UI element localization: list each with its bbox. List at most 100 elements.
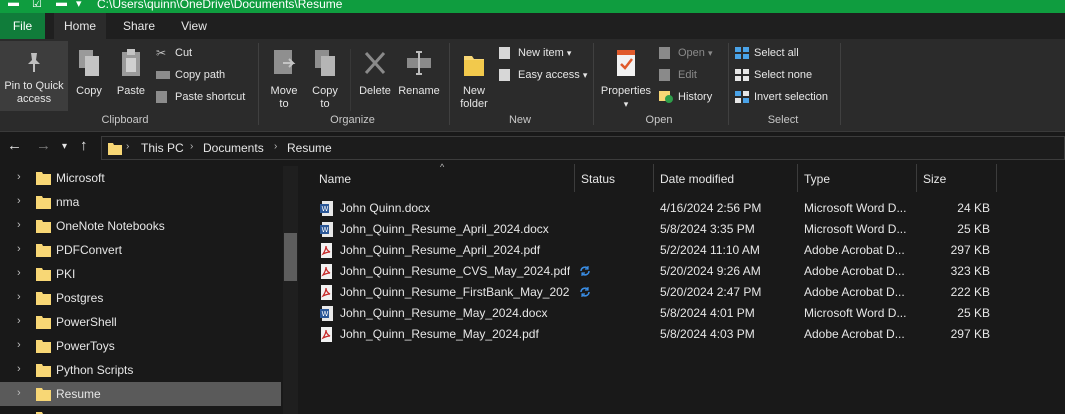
delete-button[interactable]: Delete [355,48,395,98]
group-divider [840,43,841,125]
file-size: 323 KB [950,264,990,278]
breadcrumb-this-pc[interactable]: This PC [141,141,184,155]
folder-icon [36,364,51,377]
properties-button[interactable]: Properties ▾ [597,48,655,111]
nav-scrollbar[interactable] [283,166,298,414]
column-header-name[interactable]: Name [313,164,575,192]
new-item-dropdown[interactable]: New item ▾ [499,44,571,62]
copy-icon [79,50,99,76]
expand-chevron-icon[interactable]: › [17,363,21,375]
chevron-down-icon: ▾ [566,48,572,58]
move-to-button[interactable]: Move to [265,48,303,111]
folder-icon [36,388,51,401]
pin-to-quick-access-button[interactable]: Pin to Quick access [0,41,68,111]
new-folder-button[interactable]: New folder [455,48,493,111]
column-header-status[interactable]: Status [575,164,654,192]
nav-item-onenote-notebooks[interactable]: › OneNote Notebooks [0,214,281,238]
file-size: 297 KB [950,243,990,257]
copy-button[interactable]: Copy [72,48,106,98]
properties-quick-access-icon[interactable]: ☑ [32,0,42,10]
breadcrumb-separator-icon[interactable]: › [126,141,129,152]
expand-chevron-icon[interactable]: › [17,267,21,279]
nav-item-python-scripts[interactable]: › Python Scripts [0,358,281,382]
expand-chevron-icon[interactable]: › [17,339,21,351]
file-type: Microsoft Word D... [804,201,907,215]
expand-chevron-icon[interactable]: › [17,387,21,399]
expand-chevron-icon[interactable]: › [17,243,21,255]
select-all-label: Select all [754,47,799,59]
column-header-row: ^ Name Status Date modified Type Size [300,162,1065,192]
folder-icon [36,340,51,353]
tab-share[interactable]: Share [115,13,163,39]
nav-item-resume[interactable]: › Resume [0,382,281,406]
nav-item-partial[interactable] [0,406,281,414]
paste-shortcut-button[interactable]: Paste shortcut [156,88,245,106]
recent-locations-chevron-icon[interactable]: ▾ [62,141,67,152]
select-none-button[interactable]: Select none [735,66,812,84]
file-row[interactable]: John_Quinn_Resume_CVS_May_2024.pdf 5/20/… [300,261,1065,282]
column-header-date-modified[interactable]: Date modified [654,164,798,192]
copy-path-button[interactable]: Copy path [156,66,225,84]
expand-chevron-icon[interactable]: › [17,171,21,183]
file-date-modified: 5/8/2024 4:01 PM [660,306,755,320]
new-folder-quick-access-icon[interactable]: ▬ [56,0,67,9]
column-header-size[interactable]: Size [917,164,997,192]
tab-home[interactable]: Home [54,13,106,39]
forward-arrow-icon[interactable]: → [36,137,51,154]
back-arrow-icon[interactable]: ← [7,137,22,154]
nav-item-nma[interactable]: › nma [0,190,281,214]
open-group-label: Open [645,114,673,126]
nav-item-label: PDFConvert [56,243,123,257]
file-row[interactable]: W John_Quinn_Resume_April_2024.docx 5/8/… [300,219,1065,240]
file-date-modified: 5/20/2024 9:26 AM [660,264,761,278]
nav-item-postgres[interactable]: › Postgres [0,286,281,310]
chevron-down-icon: ▾ [582,70,588,80]
open-dropdown[interactable]: Open ▾ [659,44,713,62]
nav-scrollbar-thumb[interactable] [284,233,297,281]
breadcrumb-separator-icon[interactable]: › [274,141,277,152]
rename-button[interactable]: Rename [396,48,442,98]
quick-access-dropdown-icon[interactable]: ▾ [76,0,82,10]
file-row[interactable]: John_Quinn_Resume_FirstBank_May_202... 5… [300,282,1065,303]
nav-item-pdfconvert[interactable]: › PDFConvert [0,238,281,262]
nav-item-label: nma [56,195,80,209]
cut-button[interactable]: ✂ Cut [156,44,192,62]
organize-divider [350,49,351,111]
nav-item-microsoft[interactable]: › Microsoft [0,166,281,190]
expand-chevron-icon[interactable]: › [17,291,21,303]
nav-item-powertoys[interactable]: › PowerToys [0,334,281,358]
invert-selection-button[interactable]: Invert selection [735,88,828,106]
edit-label: Edit [678,69,697,81]
column-header-type[interactable]: Type [798,164,917,192]
tab-view[interactable]: View [172,13,216,39]
address-bar[interactable]: › This PC › Documents › Resume [101,136,1065,160]
expand-chevron-icon[interactable]: › [17,195,21,207]
up-arrow-icon[interactable]: ↑ [80,137,88,154]
file-name: John_Quinn_Resume_April_2024.pdf [340,243,541,257]
file-name: John_Quinn_Resume_FirstBank_May_202... [340,285,570,299]
nav-item-label: PowerShell [56,315,117,329]
history-button[interactable]: History [659,88,712,106]
breadcrumb-documents[interactable]: Documents [203,141,264,155]
edit-button[interactable]: Edit [659,66,697,84]
expand-chevron-icon[interactable]: › [17,315,21,327]
nav-item-pki[interactable]: › PKI [0,262,281,286]
sync-pending-icon [580,287,590,297]
new-folder-label-line1: New [462,85,485,97]
nav-item-powershell[interactable]: › PowerShell [0,310,281,334]
breadcrumb-resume[interactable]: Resume [287,141,332,155]
paste-shortcut-icon [156,91,167,103]
file-row[interactable]: John_Quinn_Resume_May_2024.pdf 5/8/2024 … [300,324,1065,345]
file-row[interactable]: John_Quinn_Resume_April_2024.pdf 5/2/202… [300,240,1065,261]
file-row[interactable]: W John Quinn.docx 4/16/2024 2:56 PM Micr… [300,198,1065,219]
breadcrumb-separator-icon[interactable]: › [190,141,193,152]
copy-to-button[interactable]: Copy to [306,48,344,111]
file-name: John_Quinn_Resume_CVS_May_2024.pdf [340,264,570,278]
select-all-button[interactable]: Select all [735,44,799,62]
easy-access-dropdown[interactable]: Easy access ▾ [499,66,587,84]
tab-file[interactable]: File [0,13,45,39]
nav-item-label: Python Scripts [56,363,134,377]
file-row[interactable]: W John_Quinn_Resume_May_2024.docx 5/8/20… [300,303,1065,324]
paste-button[interactable]: Paste [113,48,149,98]
expand-chevron-icon[interactable]: › [17,219,21,231]
